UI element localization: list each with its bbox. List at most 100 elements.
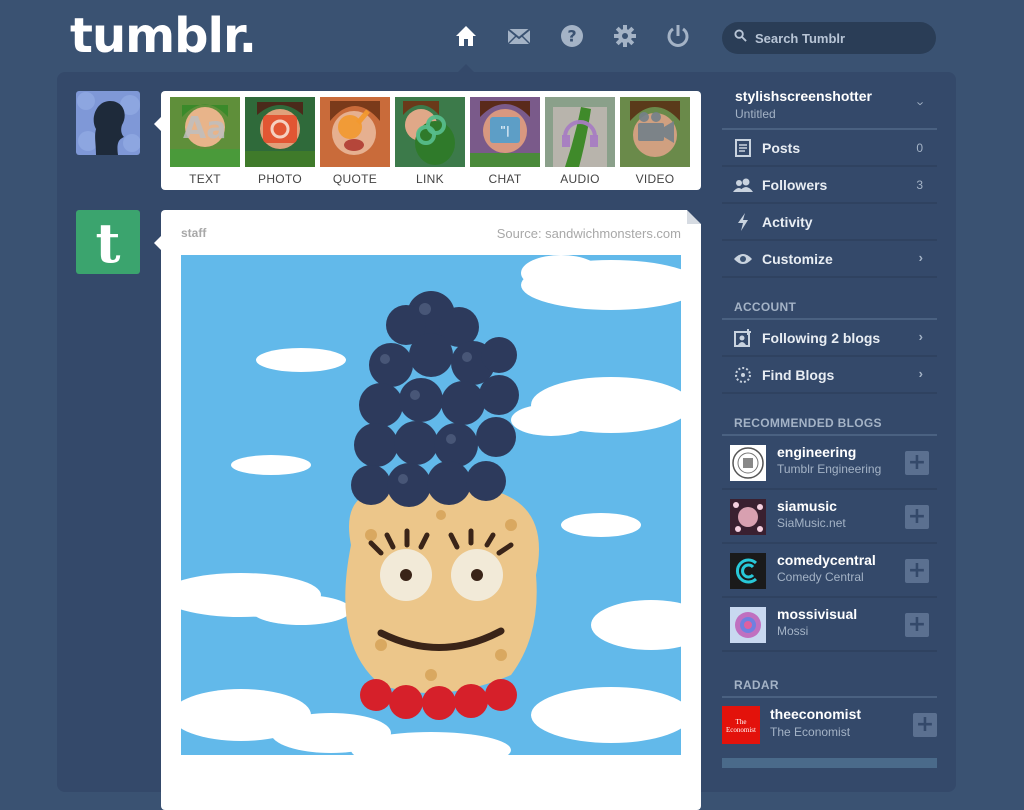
siamusic-avatar <box>730 499 766 535</box>
followers-count: 3 <box>916 177 923 192</box>
engineering-avatar <box>730 445 766 481</box>
post-notch <box>154 236 161 250</box>
search-input[interactable] <box>753 29 927 47</box>
post-type-video[interactable]: VIDEO <box>620 97 690 189</box>
quote-thumbnail <box>320 97 390 167</box>
recommended-blog-engineering[interactable]: engineering Tumblr Engineering + <box>722 436 937 490</box>
comedycentral-avatar <box>730 553 766 589</box>
photo-thumbnail <box>245 97 315 167</box>
post-type-audio-label: AUDIO <box>560 172 600 186</box>
post-type-text-label: TEXT <box>189 172 221 186</box>
recommended-blog-siamusic[interactable]: siamusic SiaMusic.net + <box>722 490 937 544</box>
post-type-link-label: LINK <box>416 172 444 186</box>
account-section-title: ACCOUNT <box>722 294 937 320</box>
svg-text:?: ? <box>567 27 576 46</box>
radar-blog-name[interactable]: theeconomist <box>770 706 861 722</box>
home-icon[interactable] <box>454 24 478 48</box>
search-icon <box>734 29 747 47</box>
video-thumbnail <box>620 97 690 167</box>
theeconomist-avatar: The Economist <box>722 706 760 744</box>
post-type-quote[interactable]: QUOTE <box>320 97 390 189</box>
recommended-blog-comedycentral[interactable]: comedycentral Comedy Central + <box>722 544 937 598</box>
text-icon: Aa <box>183 111 227 146</box>
recommended-blog-name[interactable]: comedycentral <box>777 552 876 568</box>
follow-button[interactable]: + <box>905 559 929 583</box>
post-source[interactable]: Source: sandwichmonsters.com <box>497 226 681 241</box>
user-avatar[interactable] <box>76 91 140 155</box>
post-author[interactable]: staff <box>181 226 206 240</box>
power-icon[interactable] <box>666 24 690 48</box>
followers-icon <box>732 178 754 192</box>
chevron-down-icon: › <box>913 101 929 106</box>
recommended-blog-name[interactable]: mossivisual <box>777 606 857 622</box>
help-icon[interactable]: ? <box>560 24 584 48</box>
chevron-right-icon: › <box>918 366 923 381</box>
sidebar-item-label: Customize <box>762 250 833 267</box>
post-image[interactable] <box>181 255 681 755</box>
post-type-chat-label: CHAT <box>488 172 522 186</box>
chat-thumbnail: "| <box>470 97 540 167</box>
sidebar-item-label: Posts <box>762 139 801 156</box>
post-type-selector: Aa TEXT PHOTO QUOTE LINK "| CHAT AUDIO V… <box>154 91 701 190</box>
chat-icon: "| <box>490 117 520 143</box>
post-type-audio[interactable]: AUDIO <box>545 97 615 189</box>
link-thumbnail <box>395 97 465 167</box>
sidebar-item-customize[interactable]: Customize › <box>722 241 937 278</box>
sidebar-item-posts[interactable]: Posts 0 <box>722 130 937 167</box>
tumblr-logo[interactable]: tumblr. <box>70 8 257 64</box>
sidebar-item-find-blogs[interactable]: Find Blogs › <box>722 357 937 394</box>
post-type-chat[interactable]: "| CHAT <box>470 97 540 189</box>
economist-logo-text: The Economist <box>726 718 756 734</box>
recommended-blog-title: Mossi <box>777 624 809 638</box>
post-type-photo[interactable]: PHOTO <box>245 97 315 189</box>
staff-avatar[interactable]: t <box>76 210 140 274</box>
post-type-photo-label: PHOTO <box>258 172 302 186</box>
radar-section-title: RADAR <box>722 672 937 698</box>
sidebar-item-following[interactable]: Following 2 blogs › <box>722 320 937 357</box>
sidebar-item-followers[interactable]: Followers 3 <box>722 167 937 204</box>
follow-button[interactable]: + <box>905 505 929 529</box>
following-icon <box>732 328 754 347</box>
post-type-video-label: VIDEO <box>635 172 675 186</box>
posts-count: 0 <box>916 140 923 155</box>
post-fold[interactable] <box>687 210 701 224</box>
text-thumbnail: Aa <box>170 97 240 167</box>
post-type-link[interactable]: LINK <box>395 97 465 189</box>
sidebar-item-label: Find Blogs <box>762 366 835 383</box>
radar-blog-theeconomist[interactable]: The Economist theeconomist The Economist… <box>714 698 937 754</box>
sidebar-item-label: Following 2 blogs <box>762 329 881 346</box>
selector-notch <box>154 117 161 131</box>
camera-icon <box>263 115 297 143</box>
posts-icon <box>732 138 754 157</box>
follow-button[interactable]: + <box>913 713 937 737</box>
radar-blog-title: The Economist <box>770 725 851 739</box>
settings-icon[interactable] <box>613 24 637 48</box>
svg-text:"|: "| <box>500 124 510 137</box>
recommended-blog-name[interactable]: engineering <box>777 444 856 460</box>
blog-switcher[interactable]: stylishscreenshotter Untitled › <box>722 78 937 130</box>
recommended-blog-title: SiaMusic.net <box>777 516 846 530</box>
post-card: staff Source: sandwichmonsters.com <box>154 210 701 810</box>
eye-icon <box>732 253 754 265</box>
chevron-right-icon: › <box>918 250 923 265</box>
activity-icon <box>732 212 754 231</box>
nav-indicator <box>458 64 474 72</box>
sidebar-item-label: Followers <box>762 176 828 193</box>
recommended-blog-title: Comedy Central <box>777 570 864 584</box>
search-bar[interactable] <box>722 22 936 54</box>
blog-name: stylishscreenshotter <box>735 88 872 104</box>
recommended-blog-title: Tumblr Engineering <box>777 462 882 476</box>
sidebar-item-label: Activity <box>762 213 813 230</box>
radar-post-preview[interactable] <box>722 758 937 768</box>
recommended-blog-name[interactable]: siamusic <box>777 498 837 514</box>
post-type-text[interactable]: Aa TEXT <box>170 97 240 189</box>
audio-thumbnail <box>545 97 615 167</box>
recommended-blog-mossivisual[interactable]: mossivisual Mossi + <box>722 598 937 652</box>
mail-icon[interactable] <box>507 24 531 48</box>
sidebar-item-activity[interactable]: Activity <box>722 204 937 241</box>
follow-button[interactable]: + <box>905 451 929 475</box>
chevron-right-icon: › <box>918 329 923 344</box>
sidebar: stylishscreenshotter Untitled › Posts 0 … <box>722 78 937 754</box>
follow-button[interactable]: + <box>905 613 929 637</box>
blog-title: Untitled <box>735 107 776 121</box>
